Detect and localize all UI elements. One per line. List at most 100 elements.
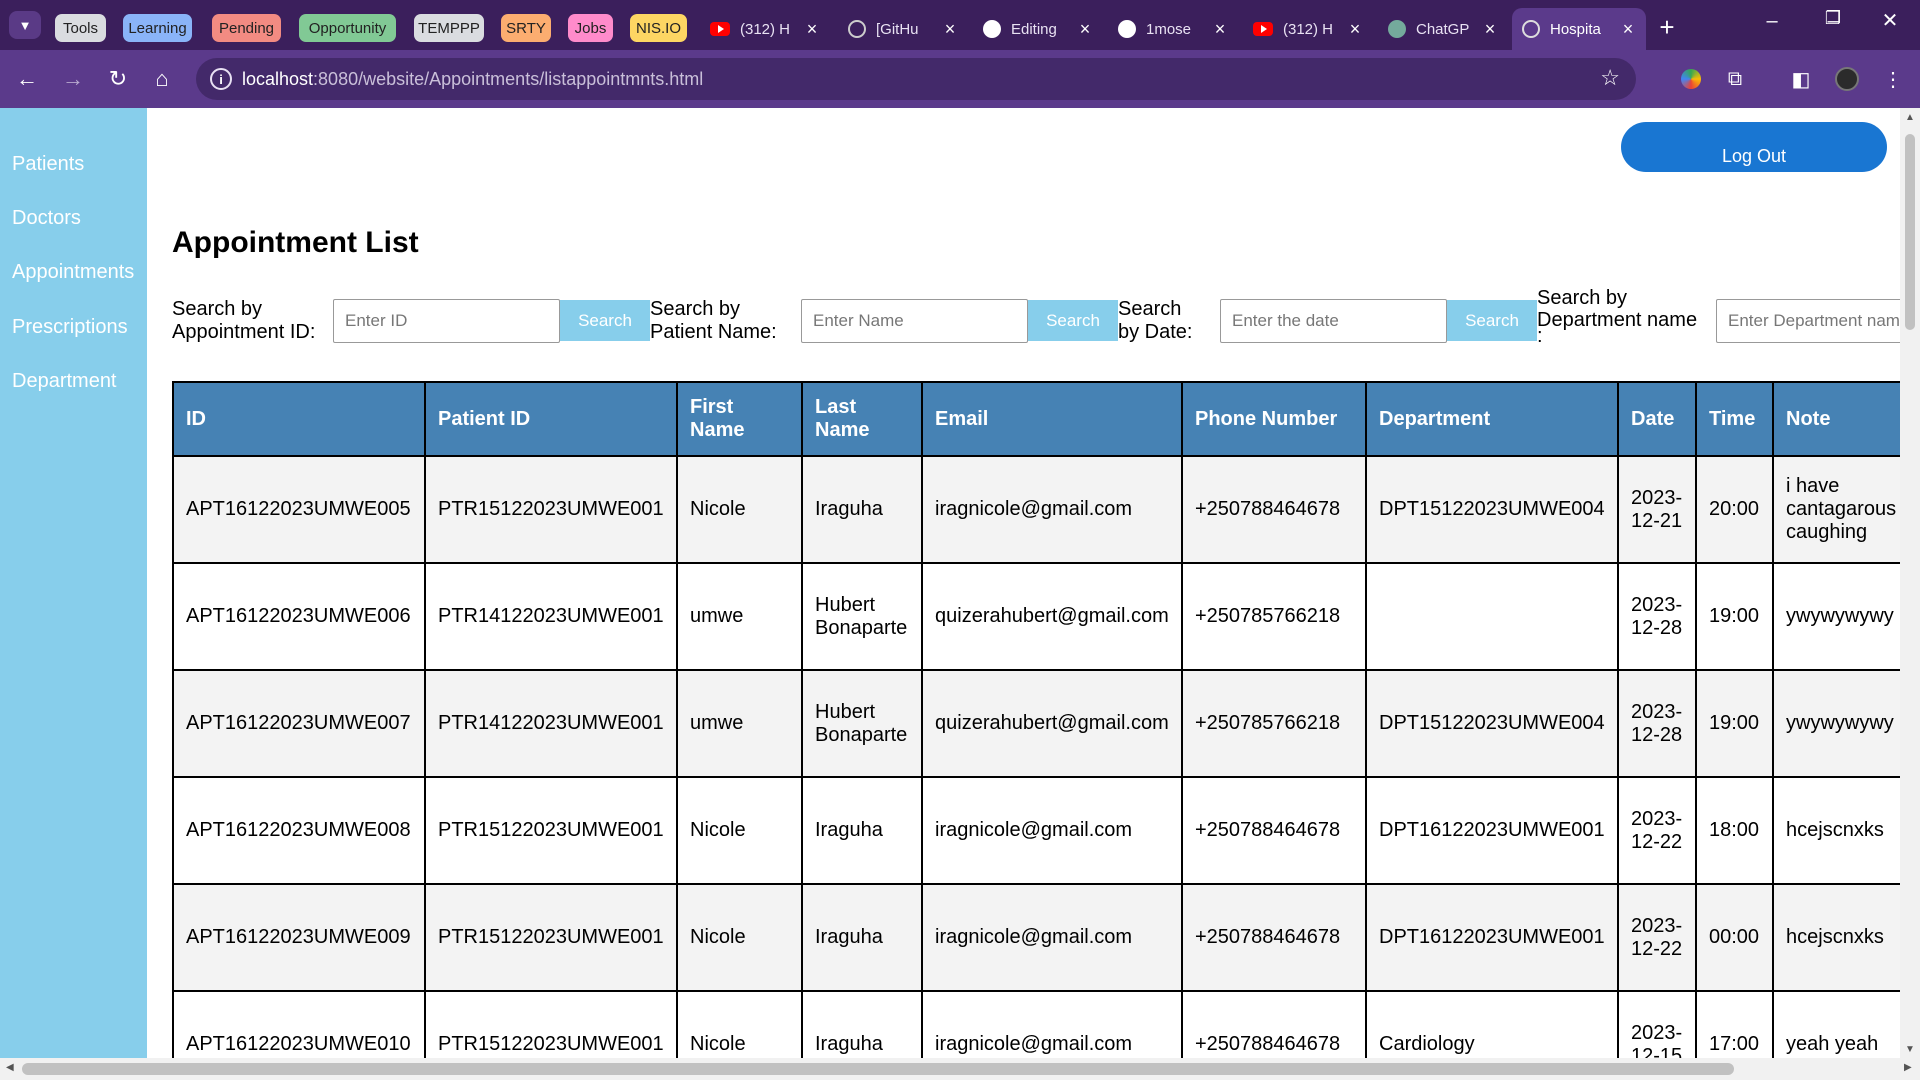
extensions-puzzle-icon[interactable]: ⧉ — [1720, 64, 1750, 94]
search-name-button[interactable]: Search — [1028, 300, 1118, 341]
tab-group-nisio[interactable]: NIS.IO — [630, 14, 687, 42]
sidebar-item-department[interactable]: Department — [12, 370, 117, 393]
scroll-right-arrow-icon[interactable]: ▶ — [1904, 1062, 1912, 1073]
menu-kebab-icon[interactable]: ⋮ — [1878, 64, 1908, 94]
appointment-id-cell: APT16122023UMWE006 — [172, 562, 426, 671]
last-name-cell: Hubert Bonaparte — [801, 669, 923, 778]
side-panel-icon[interactable]: ◧ — [1786, 64, 1816, 94]
phone-cell: +250788464678 — [1181, 455, 1367, 564]
search-id-input[interactable]: Enter ID — [333, 299, 560, 343]
appointment-id-cell: APT16122023UMWE010 — [172, 990, 426, 1058]
date-cell: 2023-12-28 — [1617, 562, 1697, 671]
note-cell: ywywywywy — [1772, 669, 1900, 778]
close-tab-icon[interactable]: × — [1077, 19, 1093, 40]
table-row: APT16122023UMWE009 PTR15122023UMWE001 Nico… — [172, 883, 1900, 992]
youtube-icon — [1253, 22, 1273, 36]
scroll-up-arrow-icon[interactable]: ▲ — [1900, 112, 1920, 123]
browser-tab-youtube-1[interactable]: (312) H × — [700, 8, 830, 50]
close-tab-icon[interactable]: × — [1620, 19, 1636, 40]
department-cell: DPT15122023UMWE004 — [1365, 455, 1619, 564]
last-name-cell: Iraguha — [801, 883, 923, 992]
profile-avatar-icon[interactable] — [1832, 64, 1862, 94]
column-header-last-name[interactable]: Last Name — [801, 381, 923, 457]
department-cell: DPT16122023UMWE001 — [1365, 883, 1619, 992]
patient-id-cell: PTR15122023UMWE001 — [424, 455, 678, 564]
logout-button[interactable]: Log Out — [1621, 122, 1887, 172]
tab-search-chevron-icon[interactable]: ▼ — [9, 11, 41, 39]
column-header-id[interactable]: ID — [172, 381, 426, 457]
appointment-id-cell: APT16122023UMWE009 — [172, 883, 426, 992]
page-viewport: Patients Doctors Appointments Prescripti… — [0, 108, 1900, 1058]
youtube-icon — [710, 22, 730, 36]
window-close-icon[interactable]: ✕ — [1870, 8, 1910, 33]
vertical-scroll-thumb[interactable] — [1905, 134, 1915, 330]
browser-tab-editing[interactable]: Editing × — [973, 8, 1103, 50]
browser-tab-chatgpt[interactable]: ChatGP × — [1378, 8, 1508, 50]
close-tab-icon[interactable]: × — [804, 19, 820, 40]
close-tab-icon[interactable]: × — [1482, 19, 1498, 40]
table-row: APT16122023UMWE005 PTR15122023UMWE001 Nico… — [172, 455, 1900, 564]
sidebar-item-doctors[interactable]: Doctors — [12, 207, 81, 230]
tab-group-srty[interactable]: SRTY — [501, 14, 551, 42]
sidebar-item-appointments[interactable]: Appointments — [12, 261, 134, 284]
tab-group-temppp[interactable]: TEMPPP — [414, 14, 484, 42]
table-header-row: ID Patient ID First Name Last Name Email… — [172, 381, 1900, 457]
appointment-id-cell: APT16122023UMWE007 — [172, 669, 426, 778]
tab-group-learning[interactable]: Learning — [123, 14, 192, 42]
close-tab-icon[interactable]: × — [1347, 19, 1363, 40]
column-header-first-name[interactable]: First Name — [676, 381, 803, 457]
window-minimize-icon[interactable]: – — [1752, 10, 1792, 33]
forward-arrow-icon[interactable]: → — [58, 64, 88, 94]
search-department-input[interactable]: Enter Department name — [1716, 299, 1900, 343]
table-row: APT16122023UMWE010 PTR15122023UMWE001 Nico… — [172, 990, 1900, 1058]
appointment-id-cell: APT16122023UMWE005 — [172, 455, 426, 564]
horizontal-scroll-thumb[interactable] — [22, 1063, 1734, 1075]
search-name-input[interactable]: Enter Name — [801, 299, 1028, 343]
search-date-input[interactable]: Enter the date — [1220, 299, 1447, 343]
time-cell: 18:00 — [1695, 776, 1774, 885]
home-icon[interactable]: ⌂ — [147, 64, 177, 94]
search-id-button[interactable]: Search — [560, 300, 650, 341]
bookmark-star-icon[interactable]: ☆ — [1600, 65, 1620, 91]
note-cell: hcejscnxks — [1772, 883, 1900, 992]
tab-group-tools[interactable]: Tools — [55, 14, 106, 42]
browser-tab-youtube-2[interactable]: (312) H × — [1243, 8, 1373, 50]
scroll-down-arrow-icon[interactable]: ▼ — [1900, 1044, 1920, 1055]
column-header-patient-id[interactable]: Patient ID — [424, 381, 678, 457]
tab-group-opportunity[interactable]: Opportunity — [299, 14, 396, 42]
column-header-date[interactable]: Date — [1617, 381, 1697, 457]
browser-tab-github-1[interactable]: [GitHu × — [838, 8, 968, 50]
github-icon — [1118, 20, 1136, 38]
department-cell — [1365, 562, 1619, 671]
window-restore-icon[interactable]: ❐ — [1813, 8, 1853, 29]
column-header-department[interactable]: Department — [1365, 381, 1619, 457]
site-info-icon[interactable]: i — [210, 68, 232, 90]
date-cell: 2023-12-21 — [1617, 455, 1697, 564]
column-header-time[interactable]: Time — [1695, 381, 1774, 457]
tab-group-pending[interactable]: Pending — [212, 14, 281, 42]
close-tab-icon[interactable]: × — [1212, 19, 1228, 40]
scroll-left-arrow-icon[interactable]: ◀ — [6, 1062, 14, 1073]
browser-tab-github-2[interactable]: 1mose × — [1108, 8, 1238, 50]
reload-icon[interactable]: ↻ — [103, 64, 133, 94]
address-bar[interactable]: i localhost:8080/website/Appointments/li… — [196, 58, 1636, 100]
time-cell: 19:00 — [1695, 562, 1774, 671]
table-row: APT16122023UMWE008 PTR15122023UMWE001 Nico… — [172, 776, 1900, 885]
close-tab-icon[interactable]: × — [942, 19, 958, 40]
search-date-button[interactable]: Search — [1447, 300, 1537, 341]
sidebar-item-prescriptions[interactable]: Prescriptions — [12, 316, 128, 339]
horizontal-scrollbar[interactable]: ◀ ▶ — [0, 1058, 1920, 1080]
tab-group-jobs[interactable]: Jobs — [568, 14, 613, 42]
column-header-phone[interactable]: Phone Number — [1181, 381, 1367, 457]
back-arrow-icon[interactable]: ← — [12, 64, 42, 94]
column-header-email[interactable]: Email — [921, 381, 1183, 457]
sidebar-item-patients[interactable]: Patients — [12, 153, 84, 176]
vertical-scrollbar[interactable]: ▲ ▼ — [1900, 108, 1920, 1058]
phone-cell: +250785766218 — [1181, 562, 1367, 671]
column-header-note[interactable]: Note — [1772, 381, 1900, 457]
email-cell: quizerahubert@gmail.com — [921, 669, 1183, 778]
extension-colorful-icon[interactable] — [1676, 64, 1706, 94]
browser-tab-hospital[interactable]: Hospita × — [1512, 8, 1646, 50]
new-tab-plus-icon[interactable]: + — [1652, 12, 1682, 43]
appointment-id-cell: APT16122023UMWE008 — [172, 776, 426, 885]
